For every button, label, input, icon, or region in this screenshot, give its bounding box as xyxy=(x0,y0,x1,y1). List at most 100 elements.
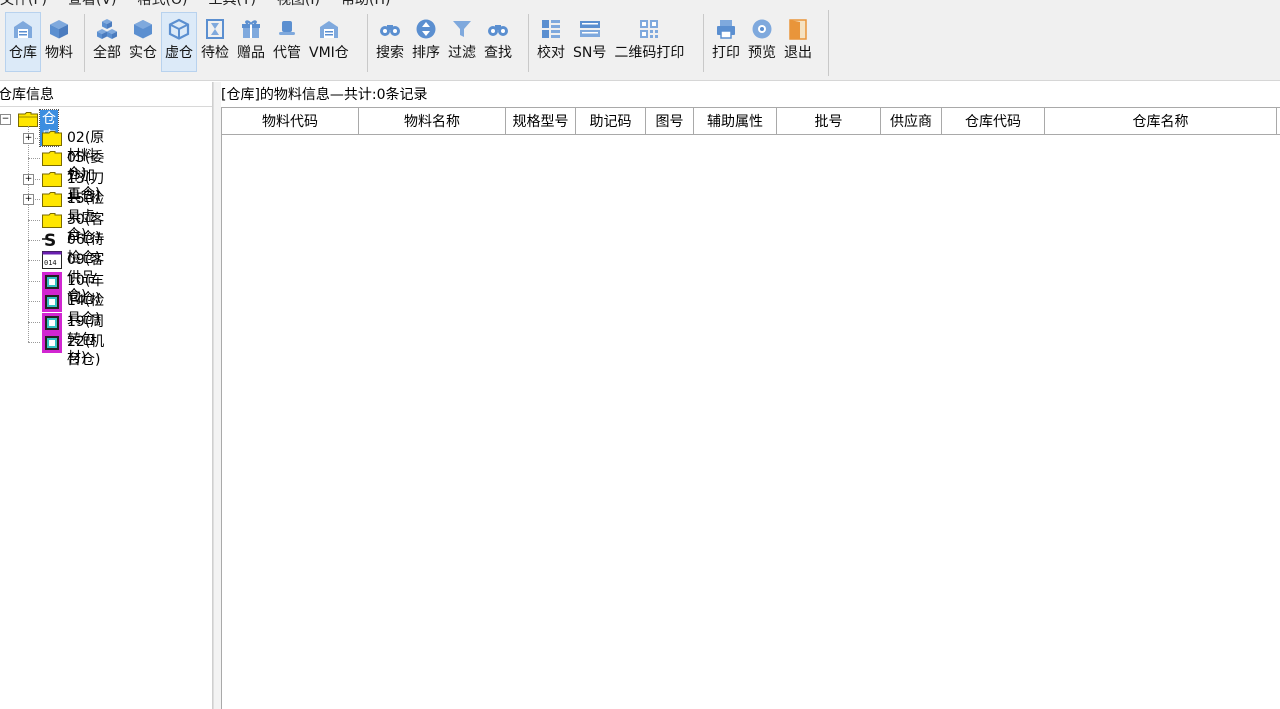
tree-item-label[interactable]: 22(机台仓) xyxy=(67,333,104,369)
column-header[interactable]: 物料名称 xyxy=(359,108,506,134)
column-header[interactable]: 辅助属性 xyxy=(694,108,777,134)
column-header[interactable]: 物料代码 xyxy=(222,108,359,134)
column-header[interactable]: 助记码 xyxy=(576,108,646,134)
grid-body[interactable] xyxy=(221,134,1280,709)
cube-outline-icon xyxy=(168,18,190,40)
tree-connector xyxy=(28,240,40,241)
cube-solid-icon xyxy=(132,18,154,40)
folder-icon xyxy=(42,192,62,208)
toolbar-button-二维码打印[interactable]: 二维码打印 xyxy=(610,12,688,72)
hat-icon xyxy=(276,18,298,40)
toolbar-button-全部[interactable]: 全部 xyxy=(89,12,125,72)
warehouse-icon xyxy=(12,18,34,40)
sn-icon xyxy=(579,18,601,40)
svg-text:S: S xyxy=(44,231,56,249)
column-header[interactable]: 仓库代码 xyxy=(942,108,1045,134)
material-list-panel: [仓库]的物料信息—共计:0条记录 物料代码 物料名称 规格型号 助记码 图号 辅助属性批… xyxy=(221,82,1280,709)
toolbar-button-仓库[interactable]: 仓库 xyxy=(5,12,41,72)
menu-item-3[interactable]: 工具(T) xyxy=(204,0,259,10)
toolbar-button-label: 全部 xyxy=(93,45,121,61)
tree-connector xyxy=(28,342,40,343)
workshop-icon xyxy=(42,312,62,333)
column-header[interactable]: 供应商 xyxy=(881,108,942,134)
toolbar: 仓库 物料 全部 实仓 虚仓 待检 赠品 代管 VMI仓 搜索 排序 过滤 查找 校对 SN号 二维码打印 打印… xyxy=(0,10,1280,81)
menu-item-4[interactable]: 视图(I) xyxy=(273,0,324,10)
menu-item-2[interactable]: 格式(O) xyxy=(134,0,192,10)
expand-toggle[interactable]: + xyxy=(23,133,34,144)
column-header[interactable]: 仓库名称 xyxy=(1045,108,1277,134)
open-folder-icon xyxy=(18,112,38,127)
toolbar-button-label: VMI仓 xyxy=(309,45,349,61)
tree-connector xyxy=(28,280,40,282)
toolbar-button-label: 退出 xyxy=(784,45,812,61)
toolbar-group-3: 校对 SN号 二维码打印 xyxy=(533,12,688,74)
qrcode-icon xyxy=(638,18,660,40)
toolbar-button-label: 待检 xyxy=(201,45,229,61)
tree-connector xyxy=(28,219,40,221)
check-list-icon xyxy=(540,18,562,40)
eye-icon xyxy=(751,18,773,40)
toolbar-button-搜索[interactable]: 搜索 xyxy=(372,12,408,72)
column-header[interactable]: 图号 xyxy=(646,108,694,134)
toolbar-separator xyxy=(528,14,529,72)
toolbar-button-代管[interactable]: 代管 xyxy=(269,12,305,72)
printer-icon xyxy=(715,18,737,40)
workshop-icon xyxy=(42,271,62,292)
toolbar-button-虚仓[interactable]: 虚仓 xyxy=(161,12,197,72)
toolbar-separator xyxy=(84,14,85,72)
expand-toggle[interactable]: + xyxy=(23,194,34,206)
toolbar-button-label: 二维码打印 xyxy=(614,45,685,61)
toolbar-button-排序[interactable]: 排序 xyxy=(408,12,444,72)
workshop-icon xyxy=(42,333,62,353)
toolbar-button-查找[interactable]: 查找 xyxy=(480,12,516,72)
collapse-root-toggle[interactable]: − xyxy=(0,114,11,125)
toolbar-group-2: 搜索 排序 过滤 查找 xyxy=(372,12,516,74)
toolbar-button-label: 赠品 xyxy=(237,45,265,61)
toolbar-group-0: 仓库 物料 xyxy=(5,12,77,74)
toolbar-button-VMI仓[interactable]: VMI仓 xyxy=(305,12,353,72)
toolbar-button-label: 实仓 xyxy=(129,45,157,61)
menu-item-1[interactable]: 查看(V) xyxy=(64,0,121,10)
menu-item-0[interactable]: 文件(F) xyxy=(0,0,51,10)
toolbar-button-打印[interactable]: 打印 xyxy=(708,12,744,72)
toolbar-separator xyxy=(367,14,368,72)
customer-supplied-icon: 014 xyxy=(42,251,62,271)
tree-connector xyxy=(28,321,40,323)
toolbar-buttons: 仓库 物料 全部 实仓 虚仓 待检 赠品 代管 VMI仓 搜索 排序 过滤 查找 校对 SN号 二维码打印 打印… xyxy=(0,10,829,76)
grid-header: 物料代码 物料名称 规格型号 助记码 图号 辅助属性 批号 供应商 仓库代码 仓库名称 xyxy=(221,107,1280,135)
tree-connector xyxy=(28,158,40,160)
filter-icon xyxy=(451,18,473,40)
svg-text:014: 014 xyxy=(44,259,57,267)
menu-bar: 文件(F) 查看(V) 格式(O) 工具(T) 视图(I) 帮助(H) xyxy=(0,0,1280,10)
toolbar-button-实仓[interactable]: 实仓 xyxy=(125,12,161,72)
toolbar-button-待检[interactable]: 待检 xyxy=(197,12,233,72)
column-header[interactable]: 规格型号 xyxy=(506,108,576,134)
toolbar-group-4: 打印 预览 退出 xyxy=(708,12,816,74)
toolbar-button-校对[interactable]: 校对 xyxy=(533,12,569,72)
toolbar-button-退出[interactable]: 退出 xyxy=(780,12,816,72)
toolbar-button-过滤[interactable]: 过滤 xyxy=(444,12,480,72)
binoculars-icon xyxy=(487,18,509,40)
toolbar-button-物料[interactable]: 物料 xyxy=(41,12,77,72)
toolbar-button-SN号[interactable]: SN号 xyxy=(569,12,610,72)
divider xyxy=(0,106,212,107)
menu-item-5[interactable]: 帮助(H) xyxy=(337,0,394,10)
hourglass-icon xyxy=(204,18,226,40)
expand-toggle[interactable]: + xyxy=(23,173,34,185)
toolbar-button-label: 物料 xyxy=(45,45,73,61)
toolbar-button-label: 搜索 xyxy=(376,45,404,61)
toolbar-button-label: 排序 xyxy=(412,45,440,61)
toolbar-button-预览[interactable]: 预览 xyxy=(744,12,780,72)
folder-icon xyxy=(42,131,62,146)
sort-icon xyxy=(415,18,437,40)
toolbar-button-赠品[interactable]: 赠品 xyxy=(233,12,269,72)
warehouse-icon xyxy=(318,18,340,40)
toolbar-button-label: 代管 xyxy=(273,45,301,61)
toolbar-separator xyxy=(703,14,704,72)
folder-icon xyxy=(42,212,62,228)
cubes-icon xyxy=(96,18,118,40)
toolbar-button-label: 仓库 xyxy=(9,45,37,61)
gift-icon xyxy=(240,18,262,40)
column-header[interactable]: 批号 xyxy=(777,108,881,134)
tree-connector xyxy=(28,301,40,303)
